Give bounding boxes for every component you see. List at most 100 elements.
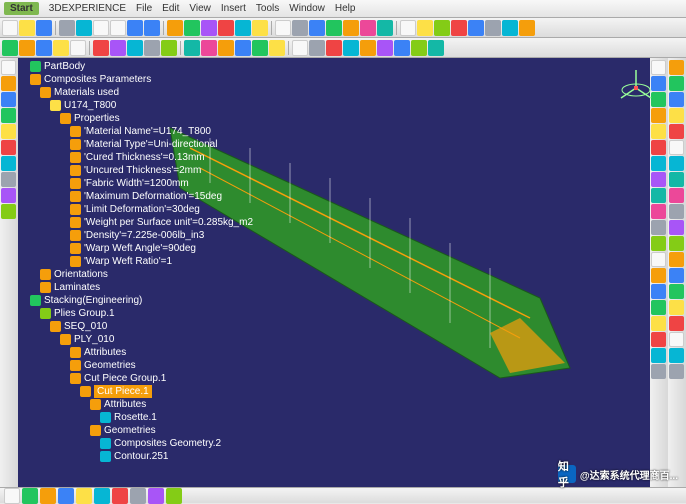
tool-icon[interactable] <box>669 300 684 315</box>
tree-node[interactable]: Materials used <box>20 86 250 99</box>
tree-node[interactable]: U174_T800 <box>20 99 250 112</box>
tool-icon[interactable] <box>36 40 52 56</box>
tool-icon[interactable] <box>669 204 684 219</box>
tree-node[interactable]: Contour.251 <box>20 450 250 463</box>
tool-icon[interactable] <box>669 156 684 171</box>
tool-icon[interactable] <box>669 252 684 267</box>
tool-icon[interactable] <box>651 300 666 315</box>
tree-node[interactable]: Attributes <box>20 346 250 359</box>
tool-icon[interactable] <box>669 108 684 123</box>
paste-icon[interactable] <box>110 20 126 36</box>
tool-icon[interactable] <box>309 20 325 36</box>
tool-icon[interactable] <box>292 20 308 36</box>
tree-node[interactable]: Composites Geometry.2 <box>20 437 250 450</box>
tool-icon[interactable] <box>360 40 376 56</box>
open-icon[interactable] <box>19 20 35 36</box>
tree-node[interactable]: Orientations <box>20 268 250 281</box>
redo-icon[interactable] <box>144 20 160 36</box>
save-icon[interactable] <box>36 20 52 36</box>
tool-icon[interactable] <box>343 20 359 36</box>
tool-icon[interactable] <box>167 20 183 36</box>
tool-icon[interactable] <box>669 268 684 283</box>
tool-icon[interactable] <box>326 40 342 56</box>
tree-node[interactable]: 'Fabric Width'=1200mm <box>20 177 250 190</box>
tool-icon[interactable] <box>2 40 18 56</box>
status-icon[interactable] <box>112 488 128 504</box>
tree-node[interactable]: Attributes <box>20 398 250 411</box>
tool-icon[interactable] <box>417 20 433 36</box>
tool-icon[interactable] <box>360 20 376 36</box>
tool-icon[interactable] <box>651 172 666 187</box>
print-icon[interactable] <box>59 20 75 36</box>
tree-node[interactable]: Plies Group.1 <box>20 307 250 320</box>
tool-icon[interactable] <box>1 156 16 171</box>
tool-icon[interactable] <box>218 40 234 56</box>
cut-icon[interactable] <box>76 20 92 36</box>
tool-icon[interactable] <box>485 20 501 36</box>
tool-icon[interactable] <box>468 20 484 36</box>
tool-icon[interactable] <box>411 40 427 56</box>
tool-icon[interactable] <box>669 140 684 155</box>
status-icon[interactable] <box>58 488 74 504</box>
tool-icon[interactable] <box>201 20 217 36</box>
status-icon[interactable] <box>94 488 110 504</box>
tree-node[interactable]: PLY_010 <box>20 333 250 346</box>
tool-icon[interactable] <box>252 20 268 36</box>
tree-node[interactable]: Cut Piece.1 <box>20 385 250 398</box>
tool-icon[interactable] <box>400 20 416 36</box>
tool-icon[interactable] <box>651 140 666 155</box>
tool-icon[interactable] <box>669 348 684 363</box>
tool-icon[interactable] <box>343 40 359 56</box>
tool-icon[interactable] <box>669 76 684 91</box>
tool-icon[interactable] <box>451 20 467 36</box>
tool-icon[interactable] <box>434 20 450 36</box>
tool-icon[interactable] <box>502 20 518 36</box>
menu-insert[interactable]: Insert <box>221 3 246 14</box>
menu-3dexperience[interactable]: 3DEXPERIENCE <box>49 3 126 14</box>
tool-icon[interactable] <box>651 252 666 267</box>
tool-icon[interactable] <box>651 284 666 299</box>
tool-icon[interactable] <box>651 316 666 331</box>
tree-node[interactable]: Laminates <box>20 281 250 294</box>
tool-icon[interactable] <box>326 20 342 36</box>
tool-icon[interactable] <box>394 40 410 56</box>
tool-icon[interactable] <box>669 236 684 251</box>
tool-icon[interactable] <box>651 220 666 235</box>
tool-icon[interactable] <box>1 204 16 219</box>
tool-icon[interactable] <box>235 40 251 56</box>
status-icon[interactable] <box>40 488 56 504</box>
tool-icon[interactable] <box>144 40 160 56</box>
tool-icon[interactable] <box>269 40 285 56</box>
tool-icon[interactable] <box>275 20 291 36</box>
status-icon[interactable] <box>76 488 92 504</box>
tree-node[interactable]: Properties <box>20 112 250 125</box>
tool-icon[interactable] <box>1 188 16 203</box>
tree-node[interactable]: Cut Piece Group.1 <box>20 372 250 385</box>
tree-node[interactable]: 'Warp Weft Ratio'=1 <box>20 255 250 268</box>
tool-icon[interactable] <box>218 20 234 36</box>
menu-file[interactable]: File <box>136 3 152 14</box>
status-icon[interactable] <box>22 488 38 504</box>
tool-icon[interactable] <box>651 348 666 363</box>
tool-icon[interactable] <box>651 364 666 379</box>
tool-icon[interactable] <box>292 40 308 56</box>
tool-icon[interactable] <box>1 92 16 107</box>
tool-icon[interactable] <box>70 40 86 56</box>
tool-icon[interactable] <box>19 40 35 56</box>
tool-icon[interactable] <box>651 268 666 283</box>
tool-icon[interactable] <box>53 40 69 56</box>
tool-icon[interactable] <box>235 20 251 36</box>
tool-icon[interactable] <box>651 188 666 203</box>
tree-node[interactable]: Geometries <box>20 359 250 372</box>
3d-compass[interactable] <box>616 68 656 108</box>
tool-icon[interactable] <box>651 124 666 139</box>
tool-icon[interactable] <box>184 20 200 36</box>
tree-node[interactable]: 'Material Type'=Uni-directional <box>20 138 250 151</box>
start-button[interactable]: Start <box>4 2 39 15</box>
status-icon[interactable] <box>130 488 146 504</box>
tree-node[interactable]: 'Warp Weft Angle'=90deg <box>20 242 250 255</box>
menu-window[interactable]: Window <box>289 3 325 14</box>
tool-icon[interactable] <box>651 108 666 123</box>
tool-icon[interactable] <box>669 316 684 331</box>
undo-icon[interactable] <box>127 20 143 36</box>
